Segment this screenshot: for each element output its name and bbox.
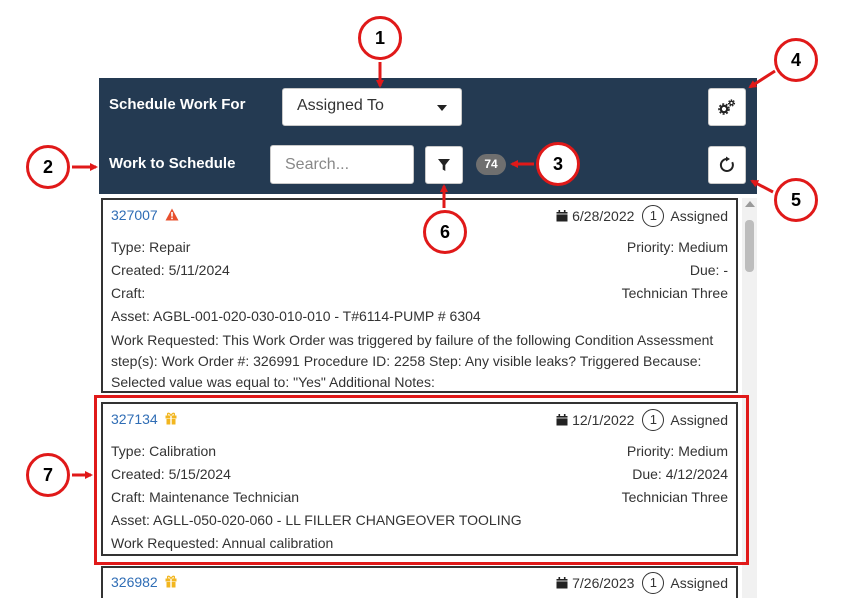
count-badge: 74 xyxy=(476,154,506,175)
scroll-up-arrow-icon[interactable] xyxy=(745,201,755,207)
callout-7: 7 xyxy=(26,453,70,497)
warning-icon xyxy=(165,208,179,221)
search-input[interactable] xyxy=(270,145,414,184)
callout-2: 2 xyxy=(26,145,70,189)
callout-1: 1 xyxy=(358,16,402,60)
work-order-id[interactable]: 326982 xyxy=(111,574,158,590)
work-order-card[interactable]: 327007 6/28/2022 1 Assigned Type: Repair xyxy=(101,198,738,393)
work-requested: Work Requested: This Work Order was trig… xyxy=(111,332,714,390)
work-type: Type: Repair xyxy=(111,239,191,255)
refresh-button[interactable] xyxy=(708,146,746,184)
created-date: Created: 5/11/2024 xyxy=(111,262,230,278)
filter-button[interactable] xyxy=(425,146,463,184)
scheduled-date: 7/26/2023 xyxy=(572,575,635,591)
work-to-schedule-label: Work to Schedule xyxy=(109,155,236,172)
dropdown-value: Assigned To xyxy=(297,97,384,114)
caret-down-icon xyxy=(437,105,447,111)
due-date: Due: - xyxy=(689,262,728,278)
work-order-card[interactable]: 326982 7/26/2023 1 Assigned xyxy=(101,566,738,598)
status-number: 1 xyxy=(642,205,665,227)
gift-icon xyxy=(165,575,177,588)
work-order-id[interactable]: 327007 xyxy=(111,207,158,223)
settings-button[interactable] xyxy=(708,88,746,126)
refresh-icon xyxy=(719,156,734,172)
scheduled-date: 6/28/2022 xyxy=(572,208,635,224)
callout-6: 6 xyxy=(423,210,467,254)
gears-icon xyxy=(718,99,736,115)
priority: Priority: Medium xyxy=(626,239,728,255)
assignee: Technician Three xyxy=(621,285,728,301)
asset: Asset: AGBL-001-020-030-010-010 - T#6114… xyxy=(111,308,481,324)
schedule-work-for-label: Schedule Work For xyxy=(109,96,246,113)
calendar-icon xyxy=(556,577,568,589)
callout-4: 4 xyxy=(774,38,818,82)
scrollbar-thumb[interactable] xyxy=(745,220,754,272)
status-label: Assigned xyxy=(670,575,728,591)
callout-3: 3 xyxy=(536,142,580,186)
highlight-box xyxy=(94,395,749,565)
callout-5: 5 xyxy=(774,178,818,222)
filter-icon xyxy=(438,159,450,171)
craft: Craft: xyxy=(111,285,146,301)
status-label: Assigned xyxy=(670,208,728,224)
status-number: 1 xyxy=(642,572,665,594)
assigned-to-dropdown[interactable]: Assigned To xyxy=(282,88,462,126)
calendar-icon xyxy=(556,210,568,222)
